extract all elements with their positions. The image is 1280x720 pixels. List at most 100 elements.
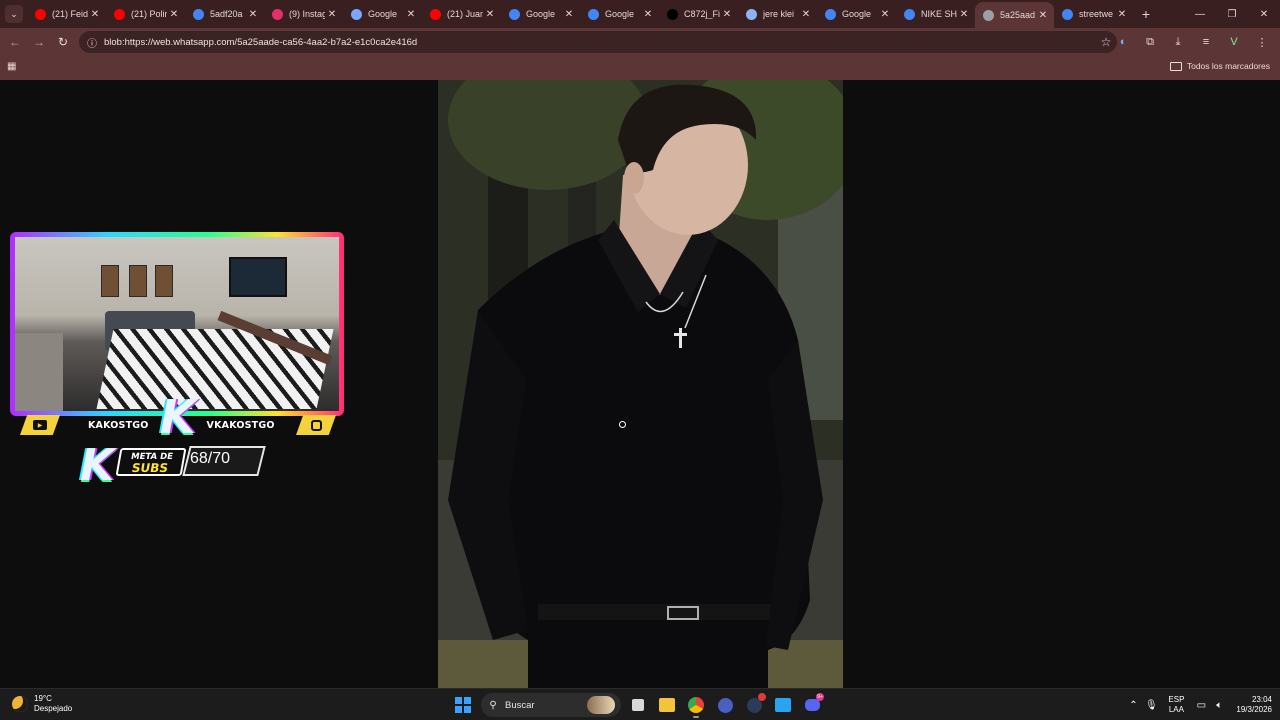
tab-0[interactable]: (21) Feid ✕: [27, 0, 106, 28]
network-icon[interactable]: ▭: [1192, 700, 1210, 711]
reload-icon[interactable]: ↻: [51, 30, 75, 54]
windows-taskbar: 19°C Despejado ⚲ Buscar 9+ ⌃ 🎙︎ ESP LAA …: [0, 688, 1280, 720]
tab-12[interactable]: 5a25aad ✕: [975, 2, 1054, 28]
tab-close-icon[interactable]: ✕: [325, 9, 339, 20]
tab-title: jere klei: [763, 9, 795, 19]
weather-condition: Despejado: [34, 704, 73, 713]
discord-badge: 9+: [816, 693, 824, 701]
tab-title: (21) Polin: [131, 9, 167, 19]
profile-avatar[interactable]: V: [1222, 30, 1246, 54]
clock[interactable]: 23:04 19/3/2026: [1236, 695, 1272, 715]
tab-title: NIKE SH: [921, 9, 957, 19]
tab-1[interactable]: (21) Polin ✕: [106, 0, 185, 28]
google-icon: [825, 8, 836, 20]
search-highlight-image: [587, 696, 615, 714]
extensions-icon[interactable]: ⧉: [1138, 30, 1162, 54]
tab-close-icon[interactable]: ✕: [878, 9, 892, 20]
tab-11[interactable]: NIKE SH ✕: [896, 0, 975, 28]
tab-close-icon[interactable]: ✕: [562, 9, 576, 20]
tab-close-icon[interactable]: ✕: [483, 9, 497, 20]
tab-close-icon[interactable]: ✕: [720, 9, 734, 20]
restore-icon[interactable]: ❐: [1216, 0, 1248, 28]
windows-start-icon[interactable]: [455, 697, 471, 713]
tab-close-icon[interactable]: ✕: [1115, 9, 1129, 20]
tab-title: 5a25aad: [1000, 10, 1036, 20]
url-text[interactable]: blob:https://web.whatsapp.com/5a25aade-c…: [104, 37, 1095, 48]
folder-icon: [1169, 61, 1182, 71]
instagram-icon: [272, 8, 283, 20]
browser-toolbar: ← → ↻ ⓘ blob:https://web.whatsapp.com/5a…: [0, 28, 1280, 56]
chrome-icon[interactable]: [684, 693, 708, 718]
tab-close-icon[interactable]: ✕: [404, 9, 418, 20]
search-icon: [746, 8, 757, 20]
tab-close-icon[interactable]: ✕: [246, 9, 260, 20]
tab-9[interactable]: jere klei ✕: [738, 0, 817, 28]
file-explorer-icon[interactable]: [655, 693, 679, 717]
subs-logo: K: [80, 440, 115, 491]
downloads-icon[interactable]: ⤓: [1166, 30, 1190, 54]
language-code: ESP: [1168, 695, 1185, 704]
globe-icon: [983, 9, 994, 21]
app-icon-blue[interactable]: [713, 693, 737, 717]
tab-6[interactable]: Google ✕: [501, 0, 580, 28]
tab-title: (21) Feid: [52, 9, 88, 19]
tab-2[interactable]: 5adf20a ✕: [185, 0, 264, 28]
tab-title: streetwe: [1079, 9, 1114, 19]
close-window-icon[interactable]: ✕: [1248, 0, 1280, 28]
discord-icon[interactable]: 9+: [800, 693, 824, 717]
tab-8[interactable]: C872j_Fi ✕: [659, 0, 738, 28]
tab-title: (9) Instag: [289, 9, 325, 19]
all-bookmarks-button[interactable]: Todos los marcadores: [1169, 61, 1270, 71]
task-view-icon[interactable]: [626, 693, 650, 717]
youtube-icon: [430, 8, 441, 20]
language-indicator[interactable]: ESP LAA: [1168, 695, 1184, 715]
google-icon: [1062, 8, 1073, 20]
all-bookmarks-label: Todos los marcadores: [1186, 61, 1270, 71]
volume-icon[interactable]: 🔈︎: [1210, 700, 1228, 711]
tab-7[interactable]: Google ✕: [580, 0, 659, 28]
facebook-icon[interactable]: [771, 693, 795, 717]
new-tab-button[interactable]: +: [1135, 6, 1157, 22]
tab-title: Google: [368, 9, 398, 19]
taskbar-search-placeholder: Buscar: [505, 699, 535, 711]
tab-title: C872j_Fi: [684, 9, 720, 19]
tab-4[interactable]: Google ✕: [343, 0, 422, 28]
minimize-icon[interactable]: —: [1184, 0, 1216, 28]
tab-title: Google: [526, 9, 556, 19]
youtube-icon: [35, 8, 46, 20]
tab-close-icon[interactable]: ✕: [1036, 10, 1050, 21]
tab-close-icon[interactable]: ✕: [799, 9, 813, 20]
tab-close-icon[interactable]: ✕: [641, 9, 655, 20]
address-bar[interactable]: ⓘ blob:https://web.whatsapp.com/5a25aade…: [79, 31, 1117, 53]
x-icon: [667, 8, 678, 20]
read-aloud-icon[interactable]: ◖: [1110, 30, 1134, 54]
tab-10[interactable]: Google ✕: [817, 0, 896, 28]
image-viewer: ▶ KAKOSTGO VKAKOSTGO K K META DE SUBS 68…: [0, 80, 1280, 688]
steam-icon[interactable]: [742, 693, 766, 717]
tab-strip: ⌄ (21) Feid ✕ (21) Polin ✕ 5adf20a ✕ (9) Insta…: [0, 0, 1280, 28]
tab-close-icon[interactable]: ✕: [167, 9, 181, 20]
tab-close-icon[interactable]: ✕: [957, 9, 971, 20]
tab-3[interactable]: (9) Instag ✕: [264, 0, 343, 28]
weather-widget[interactable]: 19°C Despejado: [12, 694, 72, 714]
tab-5[interactable]: (21) Juan ✕: [422, 0, 501, 28]
microphone-icon[interactable]: 🎙︎: [1142, 700, 1160, 711]
google-icon: [588, 8, 599, 20]
apps-grid-icon[interactable]: ▦: [7, 61, 19, 73]
media-controls-icon[interactable]: ≡: [1194, 30, 1218, 54]
site-info-icon[interactable]: ⓘ: [81, 35, 103, 50]
subs-goal-widget: K META DE SUBS 68/70: [80, 444, 266, 488]
taskbar-apps: ⚲ Buscar 9+: [453, 692, 824, 718]
toolbar-actions: ◖ ⧉ ⤓ ≡ V ⋮: [1106, 28, 1274, 56]
forward-icon[interactable]: →: [27, 30, 51, 54]
back-icon[interactable]: ←: [3, 30, 27, 54]
tab-search-chevron-icon[interactable]: ⌄: [5, 5, 23, 23]
stream-overlay: ▶ KAKOSTGO VKAKOSTGO K K META DE SUBS 68…: [8, 232, 346, 492]
subs-count: 68/70: [190, 450, 231, 467]
show-hidden-icons-icon[interactable]: ⌃: [1124, 700, 1142, 711]
taskbar-search[interactable]: ⚲ Buscar: [481, 693, 621, 717]
tab-13[interactable]: streetwe ✕: [1054, 0, 1133, 28]
tab-close-icon[interactable]: ✕: [88, 9, 102, 20]
webcam-frame: [10, 232, 344, 416]
menu-icon[interactable]: ⋮: [1250, 30, 1274, 54]
